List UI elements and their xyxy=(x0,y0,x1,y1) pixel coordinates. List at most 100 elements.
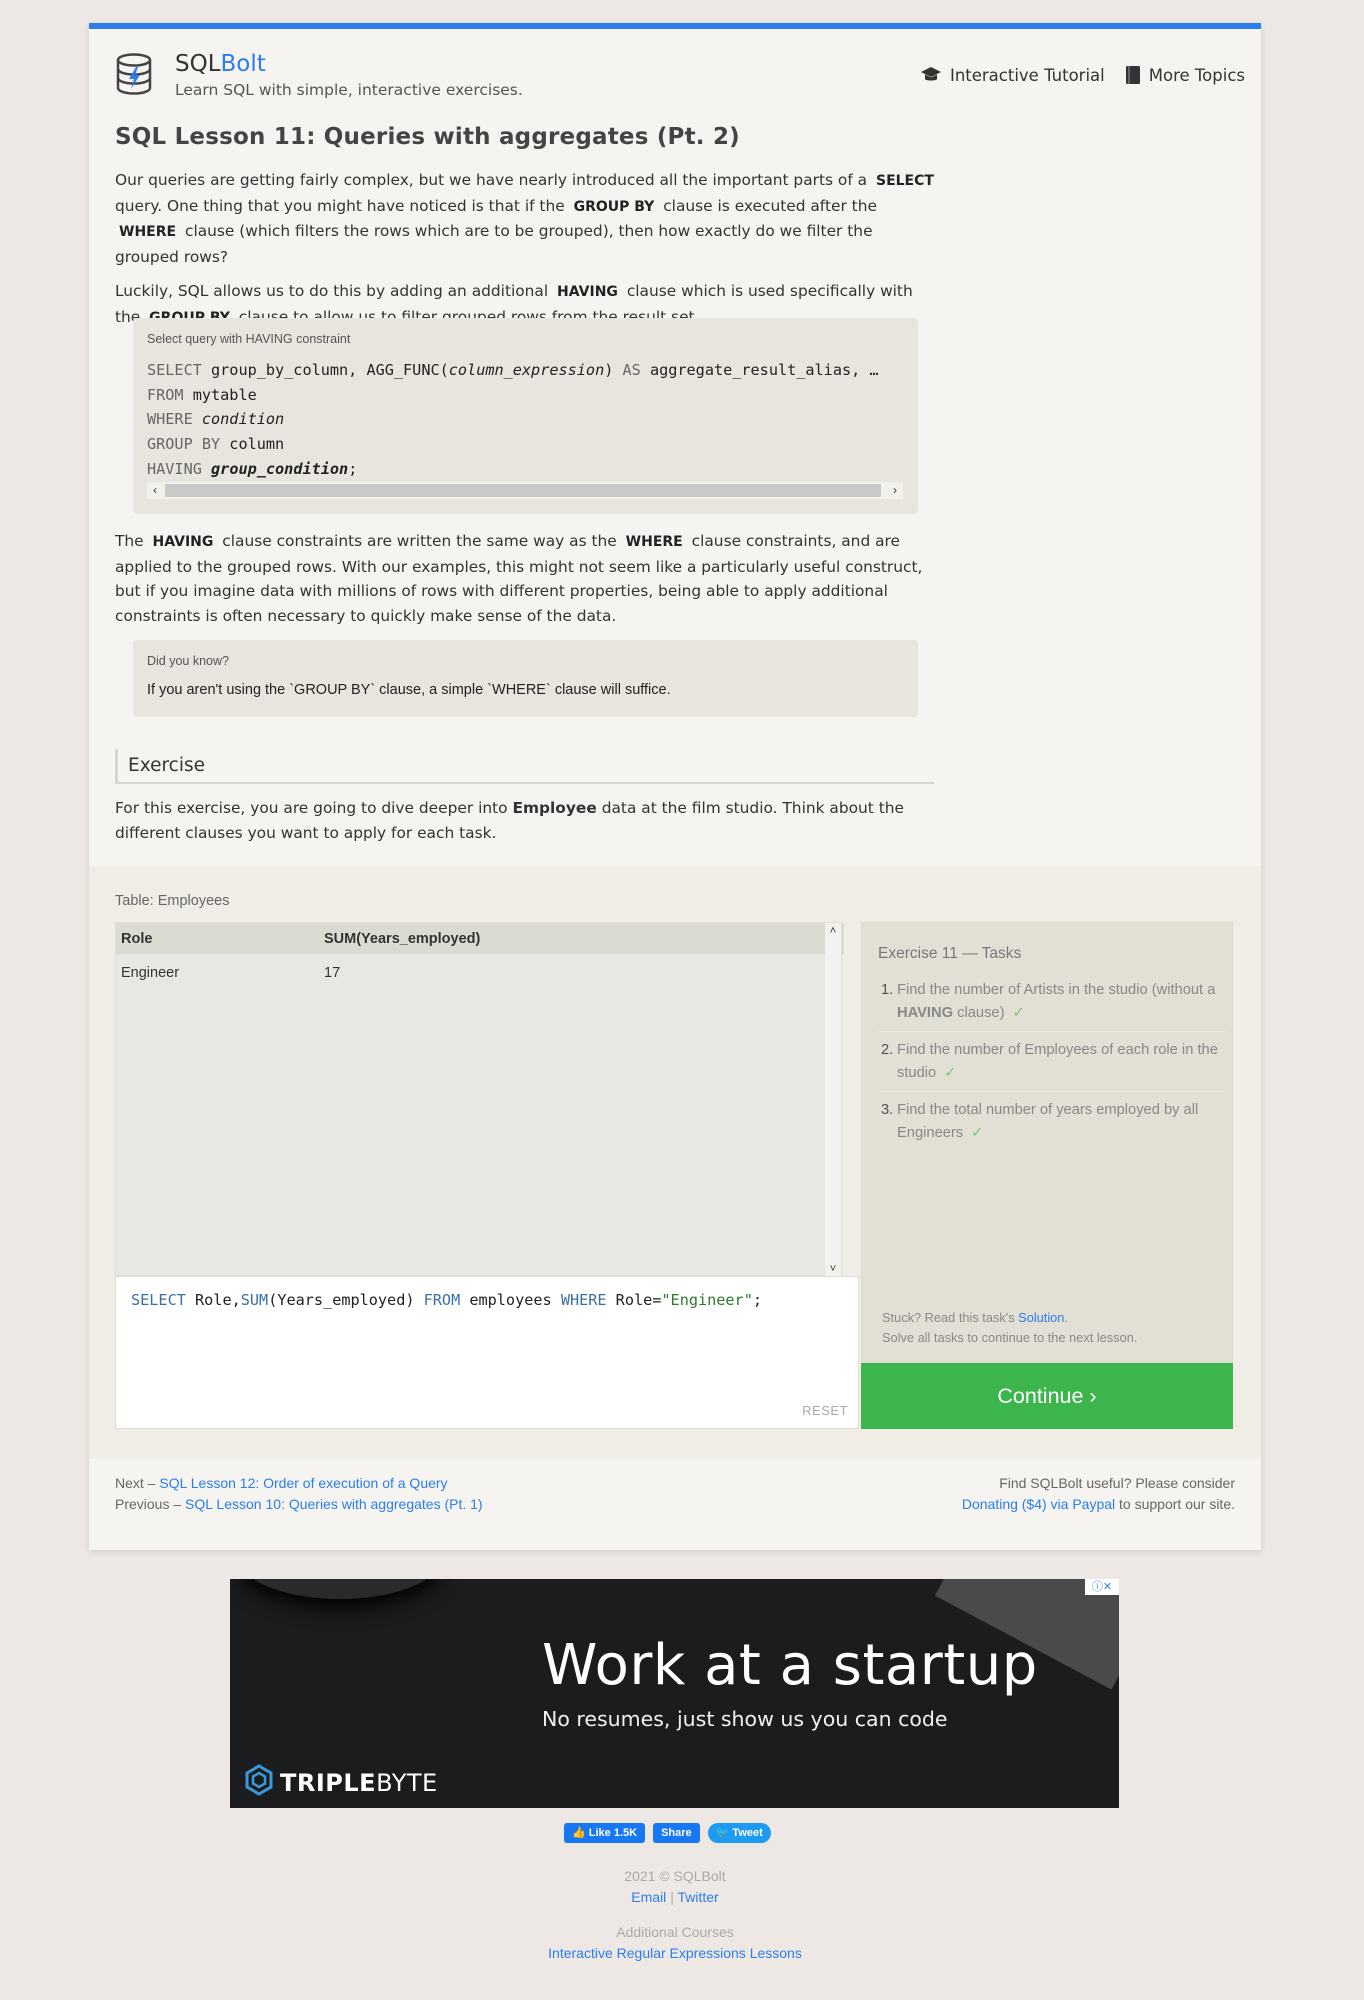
results-table: Role SUM(Years_employed) Engineer 17 ˄ ˅ xyxy=(115,922,844,1277)
text: Find SQLBolt useful? Please consider xyxy=(999,1475,1235,1491)
sql-text: Role, xyxy=(185,1291,241,1309)
task-text: Find the number of Employees of each rol… xyxy=(897,1039,1226,1084)
keyword-where: WHERE xyxy=(119,224,177,240)
donate-link[interactable]: Donating ($4) via Paypal xyxy=(962,1496,1115,1512)
sql-text: (Years_employed) xyxy=(268,1291,424,1309)
advertisement-banner[interactable]: Work at a startup No resumes, just show … xyxy=(230,1579,1119,1808)
text-bold: Employee xyxy=(512,799,597,817)
reset-button[interactable]: RESET xyxy=(802,1403,848,1418)
paragraph-intro: Our queries are getting fairly complex, … xyxy=(115,168,940,269)
exercise-area: Table: Employees Role SUM(Years_employed… xyxy=(89,866,1261,1459)
table-header: Role SUM(Years_employed) xyxy=(116,923,844,954)
query-editor[interactable]: SELECT Role,SUM(Years_employed) FROM emp… xyxy=(115,1276,859,1429)
next-lesson-link[interactable]: SQL Lesson 12: Order of execution of a Q… xyxy=(159,1475,447,1491)
lesson-body-cont: The HAVING clause constraints are writte… xyxy=(115,529,940,638)
tip-title: Did you know? xyxy=(147,654,229,668)
column-header: Role xyxy=(121,931,153,947)
scroll-thumb[interactable] xyxy=(165,484,881,497)
code-text: ) xyxy=(604,361,623,379)
text: clause is executed after the xyxy=(663,196,877,215)
solution-link[interactable]: Solution xyxy=(1018,1310,1064,1325)
ad-brand: TRIPLEBYTE xyxy=(244,1764,438,1801)
text: For this exercise, you are going to dive… xyxy=(115,799,508,817)
donate-note: Find SQLBolt useful? Please consider Don… xyxy=(962,1473,1235,1515)
nav-interactive-tutorial-label: Interactive Tutorial xyxy=(949,65,1105,85)
copyright: 2021 © SQLBolt xyxy=(624,1868,726,1884)
regex-course: Interactive Regular Expressions Lessons xyxy=(0,1943,1350,1964)
scroll-up-icon[interactable]: ˄ xyxy=(825,923,841,939)
keyword-having: HAVING xyxy=(152,534,214,550)
lesson-title: SQL Lesson 11: Queries with aggregates (… xyxy=(115,124,740,150)
help-text: Stuck? Read this task's Solution. Solve … xyxy=(882,1308,1137,1348)
brand-name[interactable]: SQLBolt xyxy=(175,51,266,77)
tasks-title: Exercise 11 — Tasks xyxy=(878,945,1022,962)
vertical-scrollbar[interactable]: ˄ ˅ xyxy=(825,923,841,1277)
lesson-nav: Next – SQL Lesson 12: Order of execution… xyxy=(115,1473,483,1515)
top-nav: Interactive Tutorial More Topics xyxy=(920,65,1245,85)
social-buttons: 👍 Like 1.5K Share 🐦 Tweet xyxy=(564,1823,771,1843)
brand-bolt: Bolt xyxy=(220,51,266,77)
query-text[interactable]: SELECT Role,SUM(Years_employed) FROM emp… xyxy=(131,1291,762,1309)
twitter-bird-icon: 🐦 xyxy=(715,1827,730,1839)
code-keyword: AS xyxy=(622,361,641,379)
solve-all-text: Solve all tasks to continue to the next … xyxy=(882,1330,1138,1345)
text: clause) xyxy=(957,1004,1005,1021)
text: . xyxy=(1064,1310,1068,1325)
text: Previous – xyxy=(115,1496,182,1512)
email-link[interactable]: Email xyxy=(631,1889,666,1905)
ad-headline: Work at a startup xyxy=(542,1633,1038,1698)
facebook-like-button[interactable]: 👍 Like 1.5K xyxy=(564,1823,646,1843)
footer-links: Email | Twitter xyxy=(0,1887,1350,1908)
code-text: ; xyxy=(348,459,358,478)
paragraph-constraints: The HAVING clause constraints are writte… xyxy=(115,529,940,628)
text: Luckily, SQL allows us to do this by add… xyxy=(115,282,549,300)
tweet-label: Tweet xyxy=(732,1827,763,1839)
task-list: 1. Find the number of Artists in the stu… xyxy=(878,977,1226,1156)
task-number: 2. xyxy=(881,1042,894,1058)
site-footer: 2021 © SQLBolt Email | Twitter Additiona… xyxy=(0,1866,1350,1964)
scroll-left-icon[interactable]: ‹ xyxy=(147,482,163,499)
additional-courses-label: Additional Courses xyxy=(616,1924,734,1940)
code-box-title: Select query with HAVING constraint xyxy=(147,332,351,346)
brand-sql: SQL xyxy=(175,51,221,77)
code-text: column xyxy=(220,435,285,454)
code-italic: group_condition xyxy=(211,459,349,478)
twitter-link[interactable]: Twitter xyxy=(677,1889,718,1905)
scroll-down-icon[interactable]: ˅ xyxy=(825,1261,841,1277)
code-text: mytable xyxy=(183,385,257,404)
column-header: SUM(Years_employed) xyxy=(324,931,481,947)
task-number: 1. xyxy=(881,982,894,998)
prev-lesson-link[interactable]: SQL Lesson 10: Queries with aggregates (… xyxy=(185,1496,483,1512)
sql-keyword: FROM xyxy=(423,1291,461,1309)
thumbs-up-icon: 👍 xyxy=(572,1827,586,1839)
hexagon-logo-icon xyxy=(244,1764,274,1801)
lesson-card: SQLBolt Learn SQL with simple, interacti… xyxy=(89,23,1261,1550)
sql-string: "Engineer" xyxy=(661,1291,753,1309)
facebook-share-button[interactable]: Share xyxy=(653,1823,700,1843)
scroll-right-icon[interactable]: › xyxy=(887,482,903,499)
adchoices-icon[interactable]: ⓘ✕ xyxy=(1085,1579,1119,1595)
text-bold: HAVING xyxy=(897,1004,954,1021)
text: BYTE xyxy=(376,1768,438,1797)
next-lesson: Next – SQL Lesson 12: Order of execution… xyxy=(115,1473,483,1494)
task-text: Find the number of Artists in the studio… xyxy=(897,979,1226,1024)
task-number: 3. xyxy=(881,1102,894,1118)
text: clause (which filters the rows which are… xyxy=(115,222,873,266)
horizontal-scrollbar[interactable]: ‹ › xyxy=(147,482,903,499)
table-label: Table: Employees xyxy=(115,893,230,909)
exercise-description: For this exercise, you are going to dive… xyxy=(115,796,935,845)
continue-button[interactable]: Continue › xyxy=(861,1363,1233,1429)
did-you-know-box: Did you know? If you aren't using the `G… xyxy=(133,640,918,717)
database-bolt-logo-icon[interactable] xyxy=(115,53,153,95)
text: clause constraints are written the same … xyxy=(222,532,617,550)
code-keyword: GROUP BY xyxy=(147,435,221,454)
table-cell: Engineer xyxy=(121,965,180,981)
nav-interactive-tutorial[interactable]: Interactive Tutorial xyxy=(920,66,1105,85)
tagline: Learn SQL with simple, interactive exerc… xyxy=(175,81,523,99)
nav-more-topics[interactable]: More Topics xyxy=(1125,65,1245,85)
tweet-button[interactable]: 🐦 Tweet xyxy=(707,1823,771,1843)
book-icon xyxy=(1125,65,1141,85)
regex-course-link[interactable]: Interactive Regular Expressions Lessons xyxy=(548,1945,802,1961)
code-keyword: HAVING xyxy=(147,459,202,478)
separator: | xyxy=(670,1889,674,1905)
